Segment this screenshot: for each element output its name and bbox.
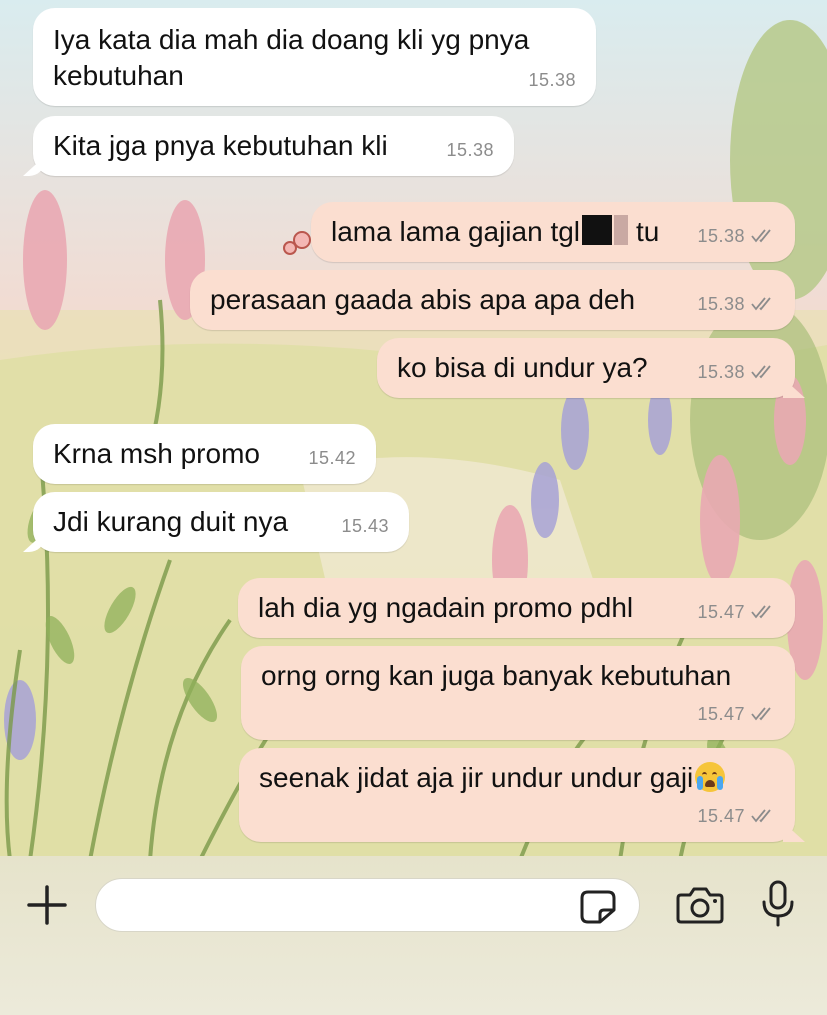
message-text: seenak jidat aja jir undur undur gaji (259, 760, 726, 796)
message-bubble-outgoing[interactable]: lah dia yg ngadain promo pdhl 15.47 (238, 578, 795, 638)
message-text-part: seenak jidat aja jir undur undur gaji (259, 762, 694, 793)
double-check-icon (751, 605, 771, 619)
message-meta: 15.42 (308, 440, 356, 476)
message-text: orng orng kan juga banyak kebutuhan (261, 660, 732, 691)
composer-bar (0, 856, 827, 1015)
message-meta: 15.38 (697, 286, 775, 322)
message-bubble-outgoing[interactable]: perasaan gaada abis apa apa deh 15.38 (190, 270, 795, 330)
message-text-part: tu (636, 216, 660, 247)
message-text: lah dia yg ngadain promo pdhl (258, 592, 634, 623)
message-text: Krna msh promo (53, 438, 260, 469)
message-time: 15.38 (528, 70, 576, 90)
redaction-box (582, 215, 613, 245)
double-check-icon (751, 297, 771, 311)
message-meta: 15.47 (697, 798, 775, 834)
message-bubble-outgoing[interactable]: orng orng kan juga banyak kebutuhan 15.4… (241, 646, 795, 740)
message-bubble-incoming[interactable]: Krna msh promo 15.42 (33, 424, 376, 484)
message-time: 15.43 (341, 516, 389, 536)
message-text: perasaan gaada abis apa apa deh (210, 284, 636, 315)
message-text: Kita jga pnya kebutuhan kli (53, 130, 388, 161)
sticker-icon[interactable] (580, 890, 616, 924)
message-meta: 15.38 (528, 62, 576, 98)
message-time: 15.47 (697, 602, 745, 622)
message-bubble-incoming[interactable]: Jdi kurang duit nya 15.43 (33, 492, 409, 552)
message-text: Iya kata dia mah dia doang kli yg pnya k… (53, 22, 529, 94)
double-check-icon (751, 365, 771, 379)
message-input[interactable] (95, 878, 640, 932)
message-bubble-outgoing[interactable]: lama lama gajian tgl tu 15.38 (311, 202, 795, 262)
double-check-icon (751, 707, 771, 721)
message-text: Jdi kurang duit nya (53, 506, 289, 537)
message-time: 15.38 (446, 140, 494, 160)
message-meta: 15.38 (697, 218, 775, 254)
message-meta: 15.43 (341, 508, 389, 544)
double-check-icon (751, 809, 771, 823)
message-bubble-outgoing[interactable]: seenak jidat aja jir undur undur gaji 15… (239, 748, 795, 842)
double-check-icon (751, 229, 771, 243)
message-meta: 15.38 (446, 132, 494, 168)
message-meta: 15.47 (697, 696, 775, 732)
message-line: Iya kata dia mah dia doang kli yg pnya (53, 24, 530, 55)
message-bubble-incoming[interactable]: Iya kata dia mah dia doang kli yg pnya k… (33, 8, 596, 106)
microphone-icon[interactable] (760, 880, 796, 928)
redaction-box (614, 215, 629, 245)
message-time: 15.47 (697, 704, 745, 724)
plus-icon[interactable] (26, 884, 68, 926)
message-time: 15.47 (697, 806, 745, 826)
message-bubble-incoming[interactable]: Kita jga pnya kebutuhan kli 15.38 (33, 116, 514, 176)
message-meta: 15.47 (697, 594, 775, 630)
message-time: 15.42 (308, 448, 356, 468)
camera-icon[interactable] (676, 886, 724, 924)
message-text-part: lama lama gajian tgl (331, 216, 581, 247)
message-time: 15.38 (697, 226, 745, 246)
message-time: 15.38 (697, 294, 745, 314)
message-text: ko bisa di undur ya? (397, 352, 648, 383)
message-time: 15.38 (697, 362, 745, 382)
loudly-crying-face-icon (695, 762, 726, 792)
message-bubble-outgoing[interactable]: ko bisa di undur ya? 15.38 (377, 338, 795, 398)
message-text: lama lama gajian tgl tu (331, 214, 659, 250)
message-line: kebutuhan (53, 60, 184, 91)
message-meta: 15.38 (697, 354, 775, 390)
